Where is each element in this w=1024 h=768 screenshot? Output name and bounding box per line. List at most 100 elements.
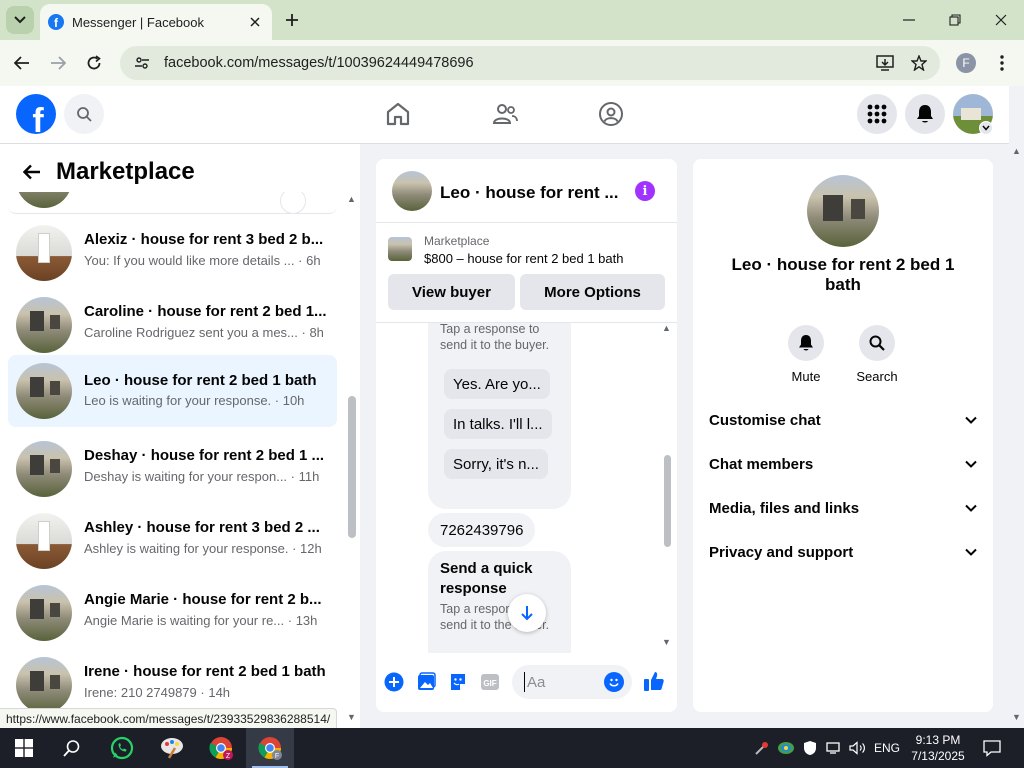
chat-contact-avatar[interactable] (392, 171, 432, 211)
account-menu-chevron[interactable] (979, 121, 993, 135)
message-bubble[interactable]: 7262439796 (428, 513, 536, 547)
restore-button[interactable] (932, 0, 978, 40)
page-scroll-up-arrow[interactable]: ▲ (1012, 146, 1021, 156)
conversation-options-button[interactable] (280, 192, 306, 214)
windows-taskbar: Z F ENG 9:13 PM 7/13/2025 (0, 728, 1024, 768)
browser-tab-messenger[interactable]: f Messenger | Facebook (40, 4, 272, 40)
conversation-item[interactable]: Alexiz · house for rent 3 bed 2 b... You… (8, 219, 337, 287)
chevron-down-icon (982, 125, 990, 131)
volume-icon[interactable] (848, 728, 868, 768)
conversation-item[interactable]: Angie Marie · house for rent 2 b... Angi… (8, 579, 337, 647)
whatsapp-taskbar-button[interactable] (98, 728, 146, 768)
gif-button[interactable]: GIF (479, 671, 501, 693)
view-buyer-button[interactable]: View buyer (388, 274, 515, 310)
tray-app-icon[interactable] (776, 728, 796, 768)
emoji-button[interactable] (604, 672, 624, 692)
language-indicator[interactable]: ENG (874, 741, 900, 755)
chat-scroll-up-arrow[interactable]: ▲ (662, 323, 671, 333)
message-input[interactable] (524, 672, 596, 692)
window-close-button[interactable] (978, 0, 1024, 40)
conversation-item[interactable]: Deshay · house for rent 2 bed 1 ... Desh… (8, 435, 337, 503)
friends-nav-button[interactable] (489, 98, 521, 130)
grid-menu-icon (867, 104, 887, 124)
menu-grid-button[interactable] (857, 94, 897, 134)
chat-scroll-down-arrow[interactable]: ▼ (662, 637, 671, 647)
tray-app-icon[interactable] (752, 728, 772, 768)
quick-reply-button[interactable]: Yes. Are yo... (444, 369, 550, 399)
media-files-links-section[interactable]: Media, files and links (709, 486, 977, 530)
quick-response-title: Send a quick response (440, 560, 533, 597)
sidebar-scroll-down-arrow[interactable]: ▼ (347, 712, 356, 722)
privacy-support-section[interactable]: Privacy and support (709, 530, 977, 574)
minimize-icon (903, 19, 915, 21)
scroll-to-latest-button[interactable] (508, 594, 546, 632)
mute-label: Mute (791, 369, 821, 384)
like-button[interactable] (643, 670, 665, 692)
install-app-button[interactable] (872, 50, 898, 76)
facebook-search-button[interactable] (64, 94, 104, 134)
info-contact-avatar[interactable] (807, 175, 879, 247)
search-in-conversation-action[interactable]: Search (847, 325, 907, 384)
listing-thumbnail[interactable] (388, 237, 412, 261)
clock-date: 7/13/2025 (911, 749, 965, 763)
site-settings-icon[interactable] (132, 53, 152, 73)
browser-menu-button[interactable] (992, 52, 1012, 74)
new-tab-button[interactable] (282, 10, 302, 30)
search-icon (63, 740, 80, 757)
chrome-icon: F (258, 737, 282, 760)
paint-palette-icon (161, 738, 183, 759)
listing-title[interactable]: $800 – house for rent 2 bed 1 bath (424, 251, 624, 266)
home-nav-button[interactable] (382, 98, 414, 130)
tab-search-button[interactable] (6, 6, 34, 34)
sidebar-scroll-up-arrow[interactable]: ▲ (347, 194, 356, 204)
reload-button[interactable] (80, 49, 108, 77)
forward-button[interactable] (44, 49, 72, 77)
chat-members-section[interactable]: Chat members (709, 442, 977, 486)
customise-chat-section[interactable]: Customise chat (709, 398, 977, 442)
chat-scrollbar[interactable] (664, 455, 671, 547)
taskbar-search-button[interactable] (48, 728, 96, 768)
taskbar-clock[interactable]: 9:13 PM 7/13/2025 (906, 732, 970, 764)
bookmark-star-button[interactable] (906, 50, 932, 76)
chevron-down-icon (965, 460, 977, 468)
quick-response-hint: Tap a response to send it to the buyer. (440, 323, 550, 352)
conversation-item[interactable]: Ashley · house for rent 3 bed 2 ... Ashl… (8, 507, 337, 575)
facebook-logo-icon[interactable]: f (16, 94, 56, 134)
more-options-button[interactable]: More Options (520, 274, 665, 310)
search-icon (869, 335, 885, 351)
quick-reply-button[interactable]: Sorry, it's n... (444, 449, 548, 479)
mute-action[interactable]: Mute (776, 325, 836, 384)
quick-reply-button[interactable]: In talks. I'll l... (444, 409, 552, 439)
conversation-item-active[interactable]: Leo · house for rent 2 bed 1 bath Leo is… (8, 355, 337, 427)
network-icon[interactable] (824, 728, 844, 768)
tab-close-button[interactable] (246, 13, 264, 31)
paint-taskbar-button[interactable] (148, 728, 196, 768)
browser-profile-avatar[interactable]: F (956, 53, 976, 73)
notifications-button[interactable] (905, 94, 945, 134)
minimize-button[interactable] (886, 0, 932, 40)
groups-nav-button[interactable] (595, 98, 627, 130)
back-button[interactable] (8, 49, 36, 77)
conversation-item[interactable]: Caroline · house for rent 2 bed 1... Car… (8, 291, 337, 359)
chrome-taskbar-button-profile-z[interactable]: Z (197, 728, 245, 768)
conversation-info-button[interactable]: i (635, 181, 655, 201)
chrome-taskbar-button-profile-f[interactable]: F (246, 728, 294, 768)
start-button[interactable] (0, 728, 48, 768)
back-to-chats-button[interactable] (20, 160, 44, 184)
conversation-name: Alexiz · house for rent 3 bed 2 b... (84, 231, 324, 248)
attach-photo-button[interactable] (415, 671, 437, 693)
tray-security-icon[interactable] (800, 728, 820, 768)
conversation-item[interactable] (8, 192, 337, 214)
conversation-avatar (16, 513, 72, 569)
conversation-preview: Irene: 210 2749879 · 14h (84, 685, 231, 700)
conversation-name: Caroline · house for rent 2 bed 1... (84, 303, 327, 320)
info-icon: i (642, 183, 648, 199)
page-scroll-down-arrow[interactable]: ▼ (1012, 712, 1021, 722)
quick-response-card: Send a quick response Tap a response to … (428, 551, 571, 653)
chat-contact-name[interactable]: Leo · house for rent ... (440, 183, 630, 203)
sticker-button[interactable] (447, 671, 469, 693)
address-bar[interactable]: facebook.com/messages/t/1003962444947869… (120, 46, 940, 80)
notification-center-button[interactable] (978, 728, 1006, 768)
sidebar-scrollbar[interactable] (348, 396, 356, 538)
more-actions-button[interactable] (383, 671, 405, 693)
